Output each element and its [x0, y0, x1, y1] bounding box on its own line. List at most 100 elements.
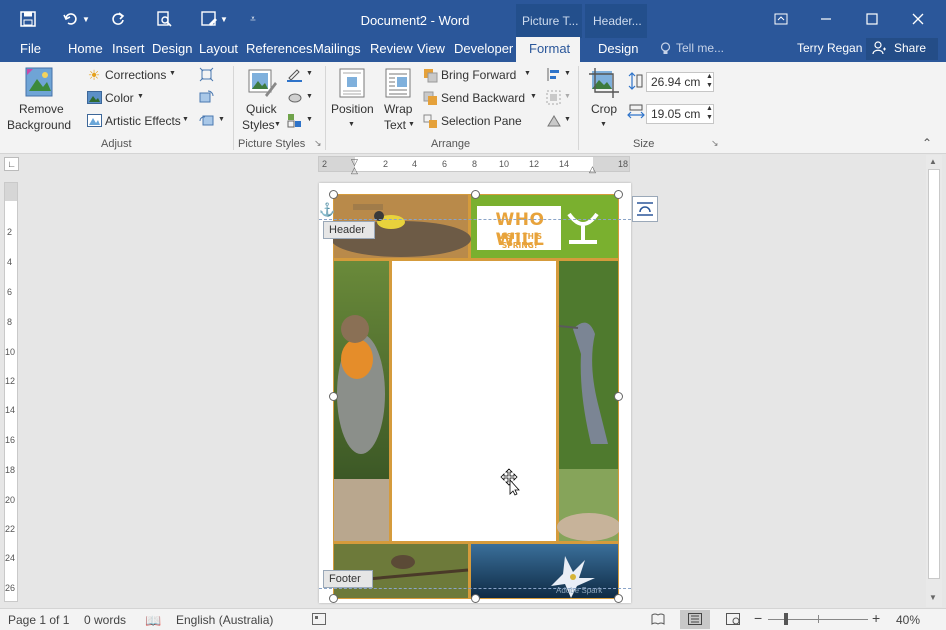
resize-handle-top-right[interactable]	[614, 190, 623, 199]
align-icon[interactable]	[545, 66, 561, 82]
proofing-icon[interactable]: 📖	[145, 613, 161, 629]
tab-design[interactable]: Design	[152, 41, 192, 56]
picture-effects-icon[interactable]	[286, 89, 302, 105]
group-dropdown-icon[interactable]: ▼	[564, 93, 571, 100]
scrollbar-thumb[interactable]	[928, 169, 940, 579]
zoom-slider-thumb[interactable]	[784, 613, 788, 625]
scroll-up-icon[interactable]: ▲	[929, 157, 937, 166]
resize-handle-bottom-right[interactable]	[614, 594, 623, 603]
picture-styles-launcher-icon[interactable]: ↘	[314, 138, 322, 149]
size-launcher-icon[interactable]: ↘	[711, 138, 719, 149]
zoom-level[interactable]: 40%	[896, 613, 920, 627]
tab-format[interactable]: Format	[529, 41, 570, 56]
wrap-text-label-2[interactable]: Text	[384, 118, 406, 132]
quick-styles-label-2[interactable]: Styles	[242, 118, 275, 132]
group-icon[interactable]	[545, 89, 561, 105]
vertical-ruler[interactable]: 2 4 6 8 10 12 14 16 18 20 22 24 26	[4, 182, 18, 602]
corrections-icon[interactable]: ☀	[86, 67, 102, 83]
crop-dropdown-icon[interactable]: ▼	[600, 121, 607, 128]
position-icon[interactable]	[338, 67, 366, 99]
print-layout-button[interactable]	[680, 610, 710, 629]
macro-recording-icon[interactable]	[312, 613, 326, 628]
change-picture-icon[interactable]	[198, 89, 214, 105]
zoom-out-icon[interactable]: −	[754, 610, 762, 626]
footer-tag[interactable]: Footer	[323, 570, 373, 588]
web-layout-icon[interactable]	[726, 613, 740, 628]
wrap-text-dropdown-icon[interactable]: ▼	[408, 121, 415, 128]
ribbon-display-options-icon[interactable]	[766, 8, 796, 30]
share-button[interactable]: Share	[866, 38, 938, 60]
left-indent-icon[interactable]: △	[351, 165, 358, 176]
close-icon[interactable]	[903, 8, 933, 30]
position-dropdown-icon[interactable]: ▼	[348, 121, 355, 128]
bring-forward-dropdown-icon[interactable]: ▼	[524, 70, 531, 77]
rotate-dropdown-icon[interactable]: ▼	[564, 116, 571, 123]
corrections-button[interactable]: Corrections	[105, 68, 166, 82]
tab-header-design[interactable]: Design	[598, 41, 638, 56]
vertical-scrollbar[interactable]: ▲ ▼	[926, 155, 942, 607]
save-icon[interactable]	[17, 8, 39, 30]
tab-layout[interactable]: Layout	[199, 41, 238, 56]
customize-toolbar-icon[interactable]: ⩡	[245, 8, 261, 30]
quick-styles-label-1[interactable]: Quick	[246, 102, 277, 116]
corrections-dropdown-icon[interactable]: ▼	[169, 70, 176, 77]
picture-effects-dropdown-icon[interactable]: ▼	[306, 93, 313, 100]
crop-icon[interactable]	[588, 67, 620, 99]
reset-picture-icon[interactable]	[198, 112, 214, 128]
artistic-effects-button[interactable]: Artistic Effects	[105, 114, 181, 128]
word-count[interactable]: 0 words	[84, 613, 126, 627]
bring-forward-button[interactable]: Bring Forward	[441, 68, 516, 82]
maximize-icon[interactable]	[857, 8, 887, 30]
undo-icon[interactable]	[60, 8, 82, 30]
print-preview-icon[interactable]	[153, 8, 175, 30]
remove-background-label-1[interactable]: Remove	[19, 102, 64, 116]
redo-icon[interactable]	[107, 8, 129, 30]
color-dropdown-icon[interactable]: ▼	[137, 93, 144, 100]
layout-options-button[interactable]	[632, 196, 658, 222]
horizontal-ruler[interactable]: 2 2 4 6 8 10 12 14 18 ▽ △ △	[318, 156, 630, 175]
selection-pane-icon[interactable]	[422, 113, 438, 129]
send-backward-dropdown-icon[interactable]: ▼	[530, 93, 537, 100]
crop-button[interactable]: Crop	[591, 102, 617, 116]
selection-pane-button[interactable]: Selection Pane	[441, 114, 522, 128]
compress-pictures-icon[interactable]	[198, 66, 214, 82]
artistic-effects-icon[interactable]	[86, 113, 102, 127]
collage-picture[interactable]	[333, 194, 619, 599]
tab-references[interactable]: References	[246, 41, 312, 56]
tab-view[interactable]: View	[417, 41, 445, 56]
tell-me-input[interactable]: Tell me...	[676, 41, 724, 55]
tab-file[interactable]: File	[20, 41, 41, 56]
bring-forward-icon[interactable]	[422, 67, 438, 83]
quick-styles-dropdown-icon[interactable]: ▼	[274, 121, 281, 128]
remove-background-label-2[interactable]: Background	[7, 118, 71, 132]
position-button[interactable]: Position	[331, 102, 374, 116]
resize-handle-left[interactable]	[329, 392, 338, 401]
resize-handle-bottom-left[interactable]	[329, 594, 338, 603]
resize-handle-right[interactable]	[614, 392, 623, 401]
save-as-icon[interactable]	[198, 8, 220, 30]
wrap-text-icon[interactable]	[384, 67, 412, 99]
tab-selector-icon[interactable]: ∟	[4, 157, 19, 171]
read-mode-icon[interactable]	[651, 613, 665, 628]
tab-mailings[interactable]: Mailings	[313, 41, 361, 56]
send-backward-button[interactable]: Send Backward	[441, 91, 525, 105]
rotate-icon[interactable]	[545, 112, 561, 128]
picture-layout-dropdown-icon[interactable]: ▼	[306, 116, 313, 123]
shape-width-spinner-icon[interactable]: ▲ ▼	[706, 104, 713, 122]
align-dropdown-icon[interactable]: ▼	[564, 70, 571, 77]
tab-home[interactable]: Home	[68, 41, 103, 56]
color-button[interactable]: Color	[105, 91, 134, 105]
resize-handle-top[interactable]	[471, 190, 480, 199]
page-count[interactable]: Page 1 of 1	[8, 613, 69, 627]
shape-height-spinner-icon[interactable]: ▲ ▼	[706, 72, 713, 90]
user-name[interactable]: Terry Regan	[797, 41, 862, 55]
picture-layout-icon[interactable]	[286, 112, 302, 128]
language[interactable]: English (Australia)	[176, 613, 273, 627]
tab-insert[interactable]: Insert	[112, 41, 145, 56]
resize-handle-bottom[interactable]	[471, 594, 480, 603]
shape-width-input[interactable]: 19.05 cm	[646, 104, 714, 124]
color-icon[interactable]	[86, 90, 102, 104]
right-indent-icon[interactable]: △	[589, 164, 596, 175]
picture-border-dropdown-icon[interactable]: ▼	[306, 70, 313, 77]
wrap-text-label-1[interactable]: Wrap	[384, 102, 412, 116]
